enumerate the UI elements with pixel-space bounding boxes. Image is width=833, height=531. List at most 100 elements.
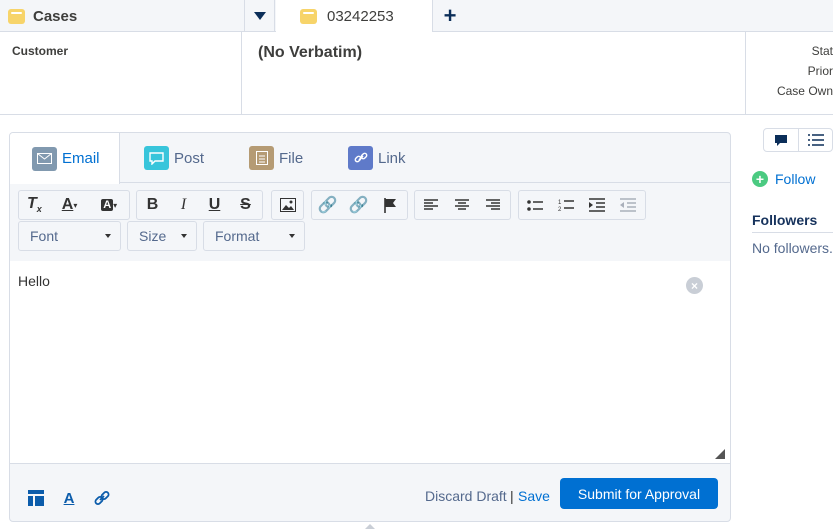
outdent-button[interactable] — [612, 191, 643, 219]
followers-heading: Followers — [752, 212, 818, 228]
align-center-icon — [454, 199, 469, 210]
caret-down-icon — [253, 12, 266, 20]
chat-icon — [775, 134, 787, 146]
divider — [752, 232, 833, 233]
list-group: 12 — [518, 190, 646, 220]
format-select-value: Format — [215, 228, 260, 244]
tab-file[interactable]: File — [227, 133, 303, 183]
feed-view-button[interactable] — [764, 129, 798, 151]
bold-button[interactable]: B — [137, 191, 168, 219]
header-fields: Stat Prior Case Own — [745, 32, 833, 115]
tab-email[interactable]: Email — [10, 133, 120, 184]
link-icon: 🔗 — [317, 197, 338, 214]
italic-button[interactable]: I — [168, 191, 199, 219]
feed-view-toggle — [763, 128, 833, 152]
link-icon — [94, 491, 110, 505]
background-color-icon: A — [101, 199, 114, 211]
tab-link-label: Link — [378, 149, 406, 167]
email-icon — [32, 146, 57, 171]
underline-button[interactable]: U — [199, 191, 230, 219]
tab-dropdown-button[interactable] — [245, 0, 275, 32]
no-followers-text: No followers. — [752, 240, 833, 256]
align-left-icon — [423, 199, 438, 210]
tab-file-label: File — [279, 149, 304, 167]
align-left-button[interactable] — [415, 191, 446, 219]
tab-link[interactable]: Link — [326, 133, 406, 183]
background-color-button[interactable]: A ▾ — [89, 191, 129, 219]
bullet-list-icon — [526, 199, 543, 211]
chevron-down-icon — [289, 234, 295, 238]
publisher-tabs: Email Post File Link — [10, 133, 730, 184]
attach-link-button[interactable] — [92, 488, 112, 508]
size-select-value: Size — [139, 228, 167, 244]
underline-icon: U — [208, 196, 221, 213]
indent-button[interactable] — [581, 191, 612, 219]
image-group — [271, 190, 304, 220]
align-right-icon — [485, 199, 500, 210]
insert-link-button[interactable]: 🔗 — [312, 191, 343, 219]
strikethrough-icon: S — [240, 196, 251, 213]
insert-image-button[interactable] — [272, 191, 303, 219]
align-right-button[interactable] — [477, 191, 508, 219]
post-icon — [144, 146, 169, 170]
tab-case-record[interactable]: 03242253 — [276, 0, 433, 33]
discard-draft-link[interactable]: Discard Draft — [425, 488, 507, 504]
verbatim-text: (No Verbatim) — [258, 44, 363, 61]
file-icon — [249, 146, 274, 170]
font-select-value: Font — [30, 228, 59, 244]
flag-icon — [383, 197, 396, 213]
merge-field-button[interactable]: A — [59, 488, 79, 508]
bullet-list-button[interactable] — [519, 191, 550, 219]
remove-format-button[interactable]: Tx — [19, 191, 50, 219]
status-label: Stat — [811, 44, 833, 58]
template-icon — [28, 490, 44, 506]
tab-cases-label: Cases — [33, 7, 78, 25]
unlink-icon: 🔗 — [348, 197, 369, 214]
outdent-icon — [619, 198, 636, 212]
tab-email-label: Email — [62, 150, 100, 167]
anchor-button[interactable] — [374, 191, 405, 219]
list-icon — [807, 134, 824, 146]
chevron-down-icon — [181, 234, 187, 238]
text-color-icon: A — [61, 196, 74, 213]
alignment-group — [414, 190, 511, 220]
email-body-text[interactable]: Hello — [18, 273, 50, 289]
align-center-button[interactable] — [446, 191, 477, 219]
text-format-group: B I U S — [136, 190, 263, 220]
indent-icon — [588, 198, 605, 212]
tab-bar: Cases 03242253 + — [0, 0, 833, 33]
remove-format-icon: Tx — [26, 195, 42, 215]
tab-post-label: Post — [174, 149, 205, 167]
list-view-button[interactable] — [798, 129, 832, 151]
save-link[interactable]: Save — [518, 488, 550, 504]
publisher: Email Post File Link Tx A ▾ A ▾ B I U S … — [9, 132, 731, 522]
unlink-button[interactable]: 🔗 — [343, 191, 374, 219]
tab-post[interactable]: Post — [122, 133, 204, 183]
font-select[interactable]: Font — [18, 221, 121, 251]
image-icon — [279, 198, 296, 212]
resize-handle-icon[interactable] — [715, 449, 725, 459]
text-color-button[interactable]: A ▾ — [50, 191, 90, 219]
svg-text:2: 2 — [558, 207, 562, 212]
tab-cases[interactable]: Cases — [0, 0, 245, 32]
folder-icon — [300, 9, 317, 24]
format-select[interactable]: Format — [203, 221, 305, 251]
submit-for-approval-button[interactable]: Submit for Approval — [560, 478, 718, 509]
link-group: 🔗 🔗 — [311, 190, 408, 220]
link-icon — [348, 146, 373, 170]
numbered-list-button[interactable]: 12 — [550, 191, 581, 219]
italic-icon: I — [180, 196, 187, 213]
text-style-group: Tx A ▾ A ▾ — [18, 190, 130, 220]
email-body-editor[interactable]: Hello × — [10, 261, 730, 464]
collapse-caret-icon[interactable] — [365, 524, 375, 529]
strikethrough-button[interactable]: S — [230, 191, 261, 219]
add-tab-button[interactable]: + — [434, 0, 466, 32]
size-select[interactable]: Size — [127, 221, 197, 251]
clear-icon[interactable]: × — [686, 277, 703, 294]
publisher-footer: A Discard Draft | Save Submit for Approv… — [10, 465, 730, 521]
chevron-down-icon — [105, 234, 111, 238]
customer-label: Customer — [0, 32, 242, 115]
follow-button[interactable]: + Follow — [752, 171, 815, 187]
case-owner-label: Case Own — [776, 84, 833, 98]
template-button[interactable] — [26, 488, 46, 508]
